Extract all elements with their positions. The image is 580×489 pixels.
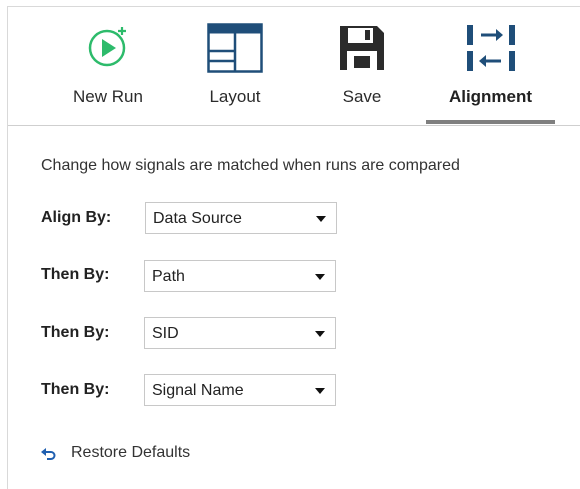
align-by-value: Data Source — [153, 210, 242, 227]
then-by-label-3: Then By: — [41, 381, 110, 398]
panel-description: Change how signals are matched when runs… — [41, 157, 460, 174]
save-label: Save — [342, 87, 382, 106]
alignment-label: Alignment — [448, 87, 533, 106]
then-by-label-1: Then By: — [41, 266, 110, 283]
chevron-down-icon — [315, 331, 325, 337]
then-by-value-1: Path — [152, 268, 185, 285]
then-by-select-3[interactable]: Signal Name — [144, 374, 336, 406]
toolbar: New Run Layout Save Alignment — [8, 7, 580, 126]
align-by-label: Align By: — [41, 209, 112, 226]
restore-defaults-label: Restore Defaults — [71, 444, 191, 461]
then-by-value-2: SID — [152, 325, 179, 342]
save-button[interactable]: Save — [314, 7, 410, 125]
chevron-down-icon — [315, 274, 325, 280]
chevron-down-icon — [315, 388, 325, 394]
layout-icon — [207, 23, 263, 78]
alignment-icon — [465, 23, 517, 78]
alignment-tab[interactable]: Alignment — [426, 7, 555, 125]
chevron-down-icon — [316, 216, 326, 222]
undo-icon — [41, 446, 57, 465]
then-by-value-3: Signal Name — [152, 382, 244, 399]
new-run-icon — [85, 23, 131, 74]
layout-button[interactable]: Layout — [184, 7, 286, 125]
then-by-select-2[interactable]: SID — [144, 317, 336, 349]
then-by-select-1[interactable]: Path — [144, 260, 336, 292]
new-run-label: New Run — [73, 87, 143, 106]
layout-label: Layout — [209, 87, 261, 106]
then-by-label-2: Then By: — [41, 324, 110, 341]
floppy-disk-icon — [337, 23, 387, 78]
alignment-panel: New Run Layout Save Alignment Change how… — [7, 6, 580, 489]
active-tab-indicator — [426, 120, 555, 124]
new-run-button[interactable]: New Run — [54, 7, 162, 125]
align-by-select[interactable]: Data Source — [145, 202, 337, 234]
